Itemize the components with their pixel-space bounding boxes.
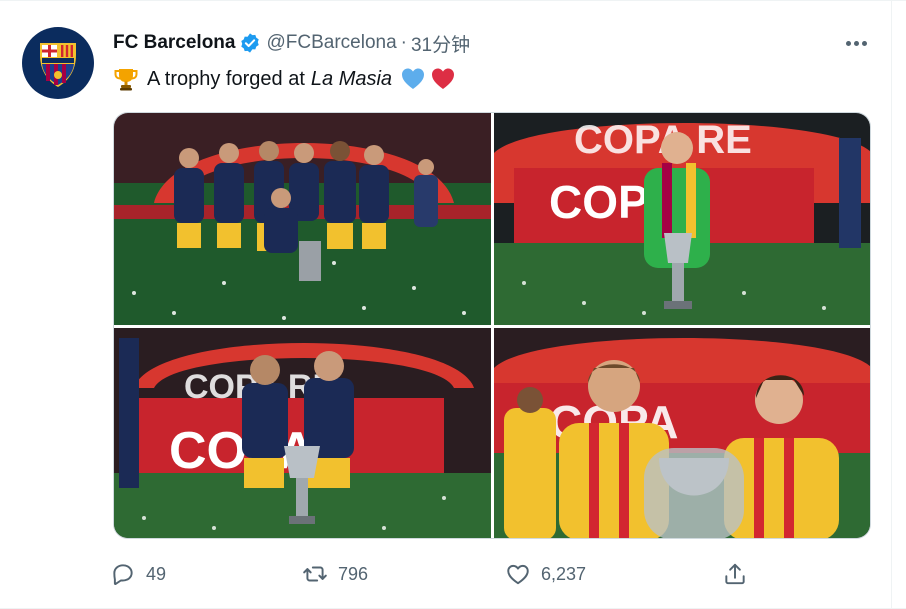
tweet-text: A trophy forged at La Masia [113,65,456,93]
retweet-icon [303,566,327,582]
red-heart-emoji [432,68,455,89]
share-icon [725,563,745,585]
more-dot [853,40,859,46]
tweet-text-main: A trophy forged at [147,67,305,90]
reply-count: 49 [146,563,167,584]
more-dot [845,40,851,46]
trophy-emoji [114,69,138,91]
reply-button[interactable]: 49 [110,557,166,591]
blue-heart-emoji [402,68,425,89]
verified-badge-icon [239,32,261,54]
media-grid: COPA COPA RE COPA COPA COPA [113,112,871,539]
reply-icon [113,564,133,586]
avatar[interactable] [22,27,94,99]
like-button[interactable]: 6,237 [505,557,586,591]
like-count: 6,237 [541,563,587,584]
messi-busquets-trophy-photo[interactable]: COPA COPA RE [114,328,491,538]
retweet-button[interactable]: 796 [302,557,368,591]
goalkeeper-trophy-photo[interactable]: COPA COPA RE [494,113,870,325]
column-divider [891,1,892,609]
retweet-count: 796 [338,563,369,584]
team-celebration-photo[interactable] [114,113,491,325]
like-icon [507,564,529,585]
players-selfie-trophy-photo[interactable]: COPA [494,328,870,538]
more-options-button[interactable] [840,31,872,55]
author-handle[interactable]: @FCBarcelona [266,32,396,54]
header-separator: · [400,32,407,53]
author-name[interactable]: FC Barcelona [113,32,235,54]
fcb-crest-icon [40,43,76,87]
share-button[interactable] [722,557,748,591]
tweet-card[interactable]: FC Barcelona @FCBarcelona · 31分钟 A troph… [0,0,906,609]
tweet-actions: 49 796 6,237 [110,557,760,591]
more-dot [861,40,867,46]
tweet-header: FC Barcelona @FCBarcelona · 31分钟 [113,30,470,57]
tweet-text-emphasis: La Masia [310,67,393,90]
tweet-timestamp[interactable]: 31分钟 [411,30,470,57]
